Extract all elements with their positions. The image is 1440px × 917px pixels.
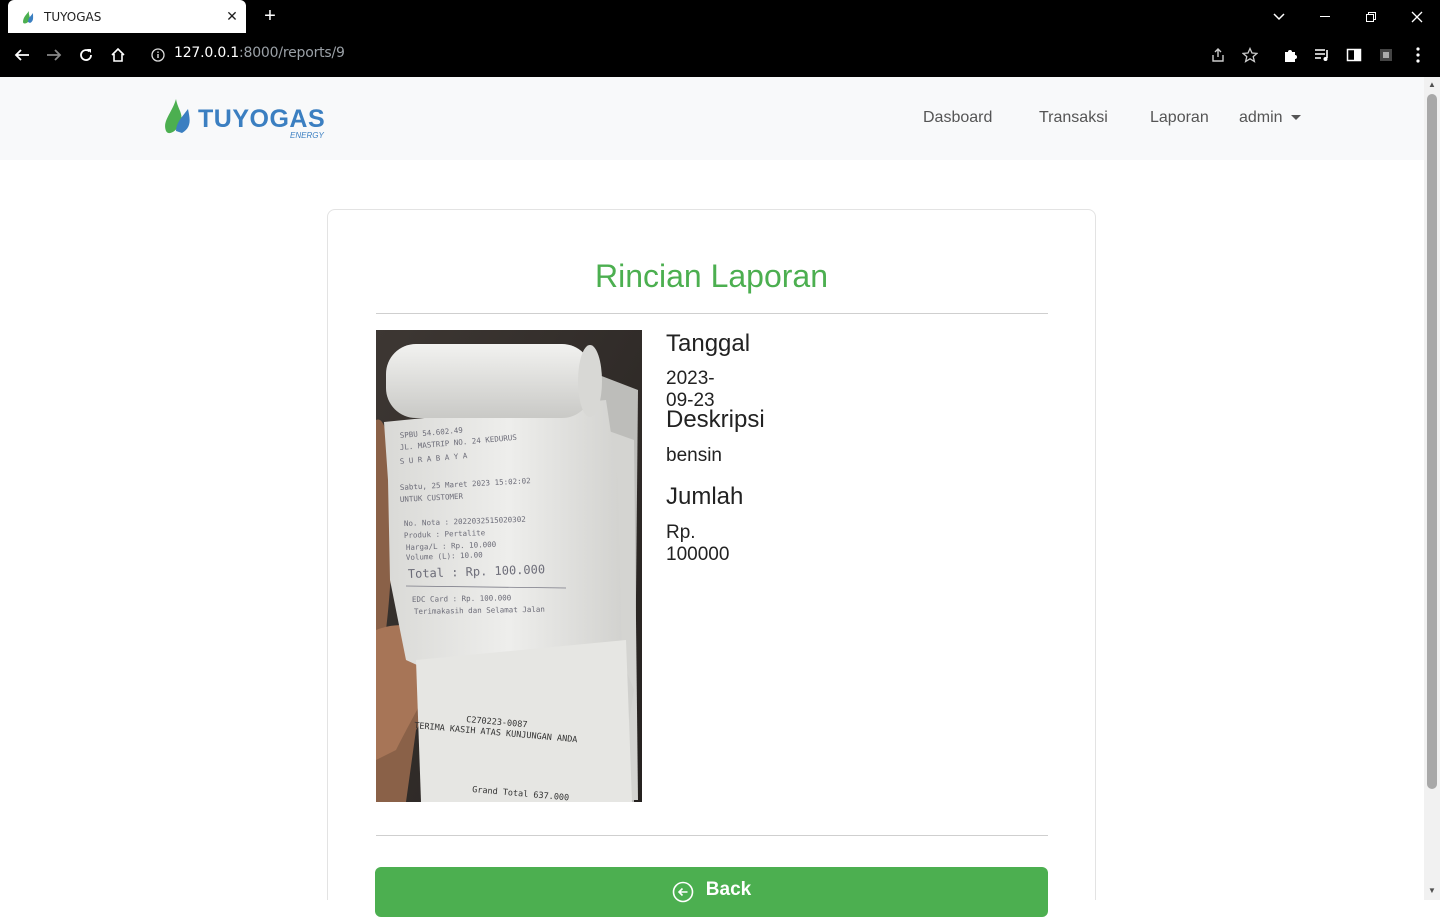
receipt-image: SPBU 54.602.49 JL. MASTRIP NO. 24 KEDURU… (376, 330, 642, 802)
bookmark-star-icon[interactable] (1238, 43, 1262, 67)
site-navbar: TUYOGAS ENERGY Dasboard Transaksi Lapora… (0, 77, 1424, 160)
browser-tab[interactable]: TUYOGAS ✕ (8, 0, 246, 33)
brand-sub: ENERGY (290, 131, 324, 140)
browser-menu-icon[interactable] (1406, 43, 1430, 67)
restore-icon[interactable] (1348, 0, 1394, 33)
user-dropdown[interactable]: admin (1239, 109, 1301, 127)
tab-close-icon[interactable]: ✕ (224, 8, 240, 24)
share-icon[interactable] (1206, 43, 1230, 67)
profile-icon[interactable] (1374, 43, 1398, 67)
page-viewport: TUYOGAS ENERGY Dasboard Transaksi Lapora… (0, 77, 1424, 900)
browser-toolbar: 127.0.0.1:8000/reports/9 (0, 33, 1440, 77)
browser-tab-bar: TUYOGAS ✕ + (0, 0, 1440, 33)
description-label: Deskripsi (666, 406, 765, 433)
page-scrollbar[interactable]: ▲ ▼ (1424, 77, 1440, 900)
scrollbar-thumb[interactable] (1427, 94, 1437, 789)
flame-logo-icon (165, 99, 190, 134)
back-button[interactable]: Back (375, 867, 1048, 917)
brand-logo[interactable]: TUYOGAS ENERGY (162, 97, 332, 141)
divider-bottom (376, 835, 1048, 836)
receipt-photo[interactable]: SPBU 54.602.49 JL. MASTRIP NO. 24 KEDURU… (376, 330, 642, 802)
url-host: 127.0.0.1 (174, 45, 239, 61)
new-tab-icon[interactable]: + (260, 6, 280, 26)
report-card: Rincian Laporan SPBU 54.602.49 JL. MASTR… (327, 209, 1096, 900)
amount-value: Rp. 100000 (666, 522, 730, 565)
brand-name: TUYOGAS (198, 105, 326, 133)
nav-link-transaksi[interactable]: Transaksi (1039, 109, 1108, 127)
tuyogas-favicon-icon (23, 10, 34, 23)
url-path: :8000/reports/9 (239, 45, 345, 61)
nav-link-dashboard[interactable]: Dasboard (923, 109, 992, 127)
scroll-up-icon[interactable]: ▲ (1427, 80, 1437, 90)
amount-label: Jumlah (666, 483, 744, 510)
page-title: Rincian Laporan (594, 258, 829, 294)
home-icon[interactable] (106, 43, 130, 67)
user-name: admin (1239, 109, 1283, 126)
media-queue-icon[interactable] (1310, 43, 1334, 67)
nav-link-laporan[interactable]: Laporan (1150, 109, 1209, 127)
back-arrow-icon[interactable] (10, 43, 34, 67)
date-label: Tanggal (666, 330, 751, 357)
address-bar[interactable]: 127.0.0.1:8000/reports/9 (174, 45, 345, 61)
extensions-puzzle-icon[interactable] (1278, 43, 1302, 67)
caret-down-icon (1290, 115, 1301, 121)
description-value: bensin (666, 445, 722, 466)
scroll-down-icon[interactable]: ▼ (1427, 886, 1437, 896)
reload-icon[interactable] (74, 43, 98, 67)
tab-search-icon[interactable] (1256, 0, 1302, 33)
back-button-label: Back (705, 879, 752, 900)
tab-title: TUYOGAS (44, 9, 102, 24)
minimize-icon[interactable] (1302, 0, 1348, 33)
forward-arrow-icon[interactable] (42, 43, 66, 67)
close-window-icon[interactable] (1394, 0, 1440, 33)
site-info-icon[interactable] (146, 43, 170, 67)
side-panel-icon[interactable] (1342, 43, 1366, 67)
divider-top (376, 313, 1048, 314)
receipt-line: EDC Card : Rp. 100.000 (412, 593, 512, 604)
